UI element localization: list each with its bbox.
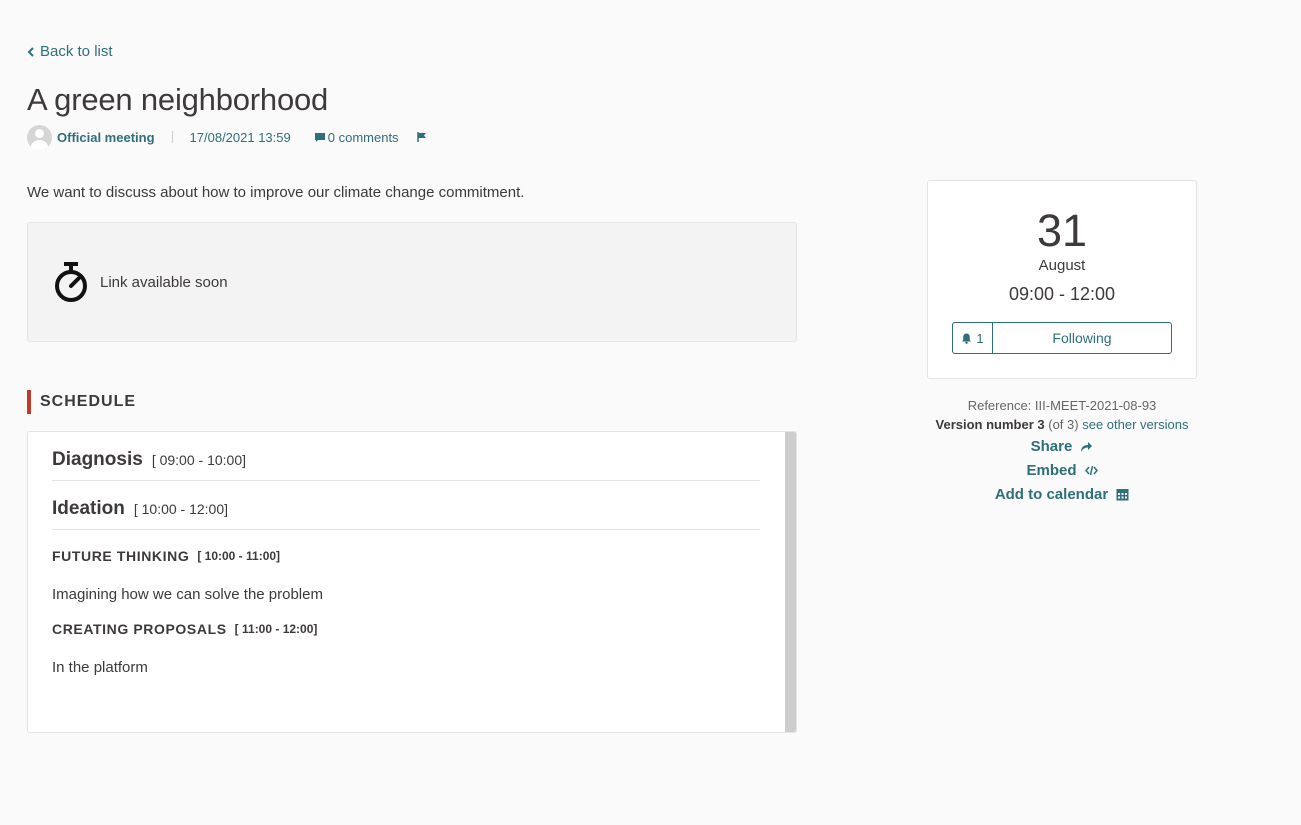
author-link[interactable]: Official meeting — [57, 130, 155, 145]
online-link-box: Link available soon — [27, 222, 797, 342]
embed-label: Embed — [1026, 462, 1077, 479]
version-of: (of 3) — [1048, 417, 1079, 432]
add-to-calendar-label: Add to calendar — [994, 486, 1109, 503]
agenda-item: Ideation [ 10:00 - 12:00] — [52, 481, 760, 530]
schedule-panel: Diagnosis [ 09:00 - 10:00] Ideation [ 10… — [27, 431, 797, 733]
meeting-month: August — [1038, 257, 1086, 274]
publish-date[interactable]: 17/08/2021 13:59 — [190, 130, 291, 145]
agenda-subitem: CREATING PROPOSALS [ 11:00 - 12:00] — [52, 621, 760, 637]
see-other-versions-link[interactable]: see other versions — [1082, 417, 1188, 432]
agenda-subitem-description: Imagining how we can solve the problem — [52, 586, 323, 603]
link-status: Link available soon — [100, 273, 228, 291]
follow-label: Following — [1052, 330, 1112, 346]
follow-button[interactable]: 1 Following — [952, 322, 1172, 354]
embed-button[interactable]: Embed — [927, 461, 1197, 480]
meta-divider — [171, 131, 173, 143]
agenda-item-title: Diagnosis — [52, 449, 143, 470]
followers-count: 1 — [953, 323, 993, 353]
flag-icon — [416, 132, 426, 142]
avatar-icon — [27, 124, 52, 150]
comments-count: 0 comments — [327, 129, 399, 145]
calendar-icon — [1116, 489, 1129, 501]
date-card: 31 August 09:00 - 12:00 1 Following — [927, 180, 1197, 379]
chevron-left-icon — [27, 46, 34, 57]
agenda-subitem-time: [ 10:00 - 11:00] — [197, 549, 281, 563]
agenda-subitem-title: CREATING PROPOSALS — [52, 621, 227, 637]
bell-icon — [962, 333, 972, 344]
meeting-hours: 09:00 - 12:00 — [1008, 284, 1116, 304]
reference-text: Reference: III-MEET-2021-08-93 — [967, 398, 1157, 413]
agenda-subitem: FUTURE THINKING [ 10:00 - 11:00] — [52, 548, 760, 564]
agenda-subitem-time: [ 11:00 - 12:00] — [234, 622, 318, 636]
followers-number: 1 — [976, 330, 984, 346]
version-number: Version number 3 — [935, 417, 1045, 432]
page-title: A green neighborhood — [27, 82, 329, 117]
report-flag-button[interactable] — [416, 132, 427, 142]
schedule-scrollbar[interactable] — [785, 432, 796, 732]
agenda-item: Diagnosis [ 09:00 - 10:00] — [52, 432, 760, 481]
meeting-meta: Official meeting 17/08/2021 13:59 0 comm… — [27, 124, 427, 150]
comments-link[interactable]: 0 comments — [314, 129, 399, 145]
share-button[interactable]: Share — [927, 437, 1197, 456]
meeting-description: We want to discuss about how to improve … — [27, 184, 525, 201]
version-info: Version number 3 (of 3) see other versio… — [927, 417, 1197, 432]
meeting-day: 31 — [1036, 205, 1088, 256]
side-info: Reference: III-MEET-2021-08-93 Version n… — [927, 398, 1197, 504]
share-icon — [1081, 442, 1093, 452]
schedule-heading: SCHEDULE — [27, 390, 136, 414]
add-to-calendar-button[interactable]: Add to calendar — [927, 485, 1197, 504]
code-icon — [1084, 465, 1098, 476]
stopwatch-icon — [55, 262, 87, 302]
agenda-item-time: [ 09:00 - 10:00] — [151, 452, 246, 468]
back-to-list-link[interactable]: Back to list — [27, 43, 113, 60]
agenda-item-time: [ 10:00 - 12:00] — [133, 501, 229, 517]
comment-icon — [314, 132, 325, 142]
agenda-subitem-title: FUTURE THINKING — [52, 548, 190, 564]
share-label: Share — [1030, 438, 1073, 455]
back-to-list-label: Back to list — [40, 43, 113, 60]
agenda-item-title: Ideation — [52, 498, 125, 519]
agenda-subitem-description: In the platform — [52, 659, 148, 676]
